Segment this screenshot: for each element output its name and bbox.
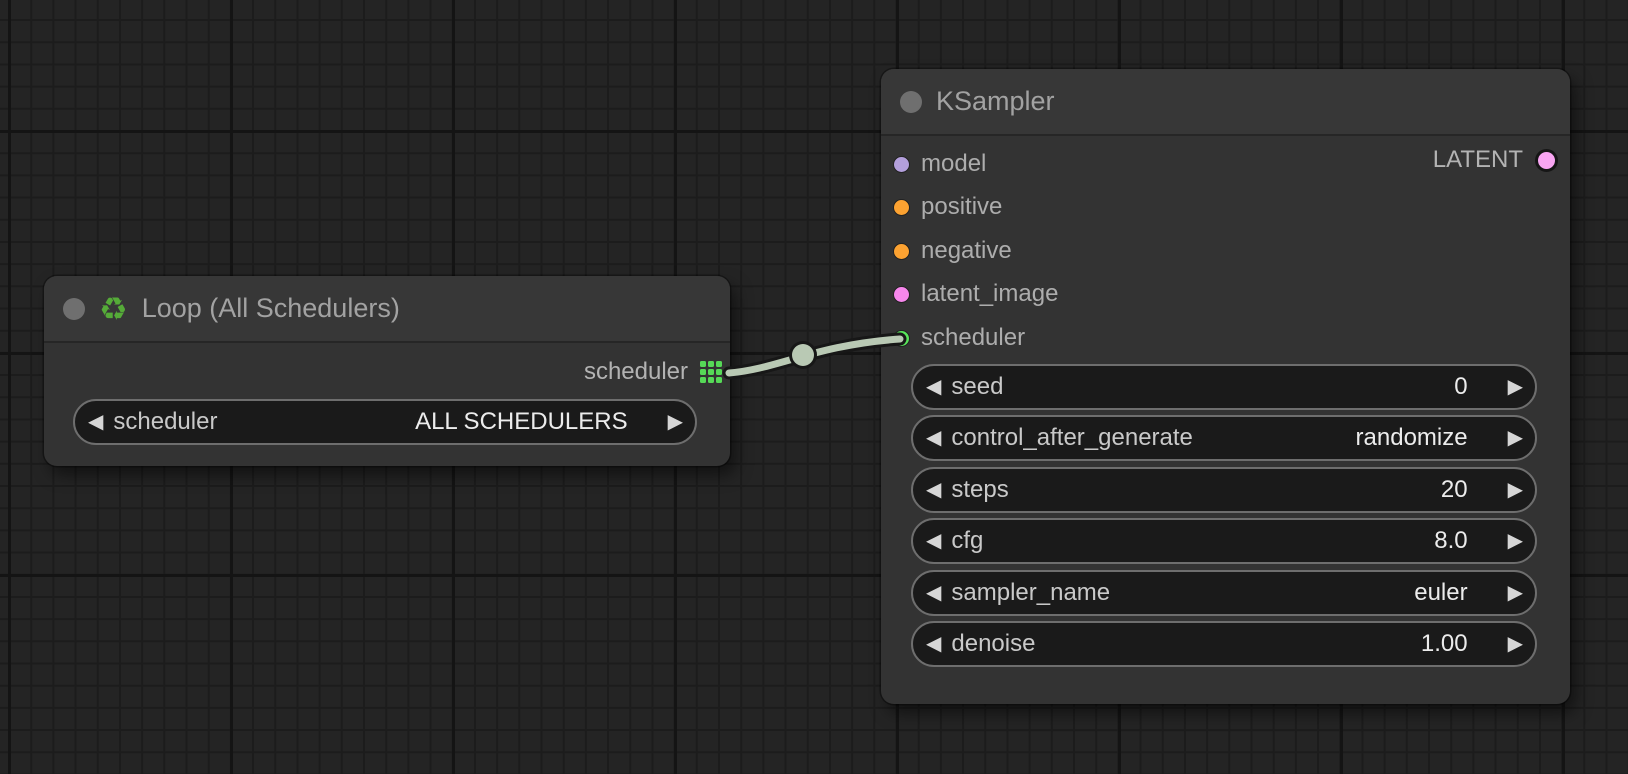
widget-name: denoise bbox=[951, 630, 1035, 658]
widget-name: steps bbox=[951, 476, 1008, 504]
decrement-arrow-icon[interactable]: ◀ bbox=[926, 531, 941, 551]
decrement-arrow-icon[interactable]: ◀ bbox=[926, 480, 941, 500]
output-port-latent[interactable]: LATENT bbox=[1433, 144, 1558, 176]
input-dot[interactable] bbox=[894, 244, 909, 259]
input-label: scheduler bbox=[921, 324, 1025, 352]
widget-cfg[interactable]: ◀ cfg 8.0 ▶ bbox=[911, 518, 1537, 564]
input-label: positive bbox=[921, 193, 1002, 221]
input-dot[interactable] bbox=[894, 200, 909, 215]
decrement-arrow-icon[interactable]: ◀ bbox=[926, 428, 941, 448]
graph-canvas[interactable]: { "icons": { "left_arrow": "◀", "right_a… bbox=[0, 0, 1628, 774]
input-port-scheduler[interactable]: scheduler bbox=[894, 322, 1025, 354]
input-port-model[interactable]: model bbox=[894, 148, 986, 180]
output-dot[interactable] bbox=[1535, 149, 1558, 172]
output-label: scheduler bbox=[584, 358, 688, 386]
link-wire-outline bbox=[729, 339, 900, 373]
widget-seed[interactable]: ◀ seed 0 ▶ bbox=[911, 364, 1537, 410]
widget-value: 0 bbox=[1454, 373, 1467, 401]
input-label: model bbox=[921, 150, 986, 178]
node-title: Loop (All Schedulers) bbox=[142, 293, 400, 324]
widget-value: 8.0 bbox=[1434, 527, 1467, 555]
increment-arrow-icon[interactable]: ▶ bbox=[668, 412, 683, 432]
node-title: KSampler bbox=[936, 86, 1055, 117]
node-ksampler[interactable]: KSampler model positive negative latent_… bbox=[881, 69, 1570, 704]
widget-steps[interactable]: ◀ steps 20 ▶ bbox=[911, 467, 1537, 513]
output-label: LATENT bbox=[1433, 146, 1523, 174]
increment-arrow-icon[interactable]: ▶ bbox=[1508, 377, 1523, 397]
widget-value: 1.00 bbox=[1421, 630, 1468, 658]
increment-arrow-icon[interactable]: ▶ bbox=[1508, 531, 1523, 551]
increment-arrow-icon[interactable]: ▶ bbox=[1508, 634, 1523, 654]
input-port-latent-image[interactable]: latent_image bbox=[894, 278, 1058, 310]
widget-scheduler[interactable]: ◀ scheduler ALL SCHEDULERS ▶ bbox=[73, 399, 697, 445]
widget-name: seed bbox=[951, 373, 1003, 401]
input-dot[interactable] bbox=[894, 157, 909, 172]
input-port-negative[interactable]: negative bbox=[894, 235, 1012, 267]
node-loop-all-schedulers[interactable]: ♻ Loop (All Schedulers) scheduler ◀ sche… bbox=[44, 276, 730, 466]
widget-value: 20 bbox=[1441, 476, 1468, 504]
widget-name: scheduler bbox=[113, 408, 217, 436]
widget-name: control_after_generate bbox=[951, 424, 1193, 452]
increment-arrow-icon[interactable]: ▶ bbox=[1508, 480, 1523, 500]
widget-value: euler bbox=[1414, 579, 1467, 607]
widget-value: randomize bbox=[1356, 424, 1468, 452]
link-wire-scheduler bbox=[729, 339, 900, 373]
input-dot[interactable] bbox=[894, 331, 909, 346]
widget-name: sampler_name bbox=[951, 579, 1110, 607]
node-header[interactable]: ♻ Loop (All Schedulers) bbox=[44, 276, 730, 343]
node-header[interactable]: KSampler bbox=[881, 69, 1570, 136]
grid-output-icon[interactable] bbox=[700, 361, 722, 383]
decrement-arrow-icon[interactable]: ◀ bbox=[926, 583, 941, 603]
increment-arrow-icon[interactable]: ▶ bbox=[1508, 428, 1523, 448]
widget-denoise[interactable]: ◀ denoise 1.00 ▶ bbox=[911, 621, 1537, 667]
decrement-arrow-icon[interactable]: ◀ bbox=[926, 377, 941, 397]
widget-value: ALL SCHEDULERS bbox=[415, 408, 628, 436]
recycle-icon: ♻ bbox=[99, 293, 128, 325]
collapse-dot[interactable] bbox=[900, 91, 922, 113]
decrement-arrow-icon[interactable]: ◀ bbox=[926, 634, 941, 654]
collapse-dot[interactable] bbox=[63, 298, 85, 320]
input-label: negative bbox=[921, 237, 1012, 265]
widget-name: cfg bbox=[951, 527, 983, 555]
input-dot[interactable] bbox=[894, 287, 909, 302]
input-port-positive[interactable]: positive bbox=[894, 191, 1002, 223]
input-label: latent_image bbox=[921, 280, 1058, 308]
widget-control-after-generate[interactable]: ◀ control_after_generate randomize ▶ bbox=[911, 415, 1537, 461]
widget-sampler-name[interactable]: ◀ sampler_name euler ▶ bbox=[911, 570, 1537, 616]
increment-arrow-icon[interactable]: ▶ bbox=[1508, 583, 1523, 603]
output-port-scheduler[interactable]: scheduler bbox=[584, 356, 722, 388]
link-midpoint-dot[interactable] bbox=[792, 344, 814, 366]
decrement-arrow-icon[interactable]: ◀ bbox=[88, 412, 103, 432]
